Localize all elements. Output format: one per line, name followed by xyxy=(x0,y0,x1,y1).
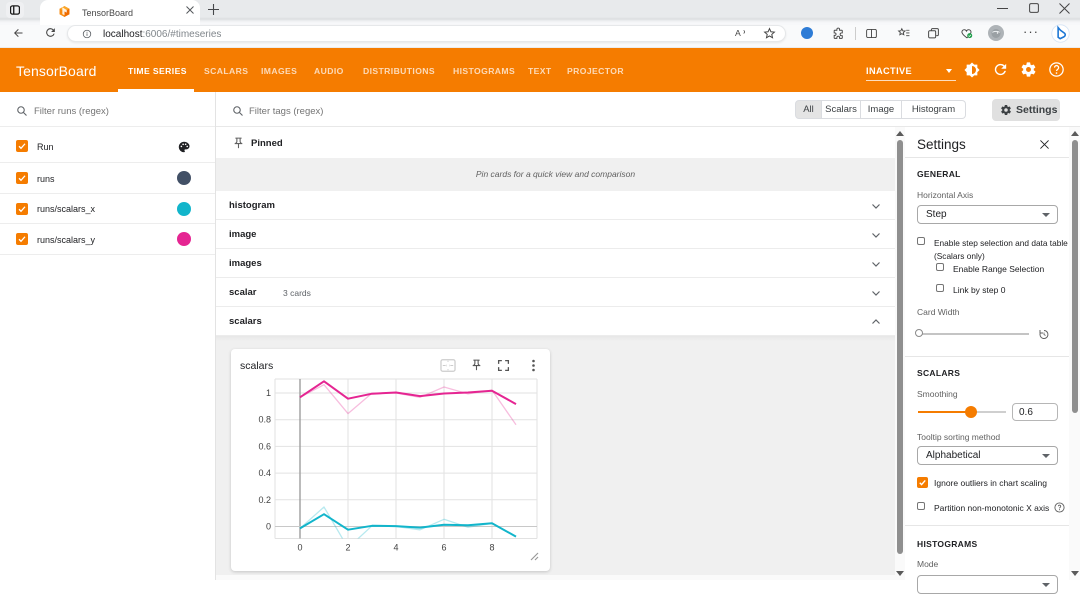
svg-text:0: 0 xyxy=(297,543,302,553)
svg-text:0.8: 0.8 xyxy=(258,415,271,425)
svg-text:0: 0 xyxy=(266,522,271,532)
svg-text:0.2: 0.2 xyxy=(258,495,271,505)
svg-text:1: 1 xyxy=(266,388,271,398)
svg-text:4: 4 xyxy=(393,543,398,553)
svg-text:0.4: 0.4 xyxy=(258,468,271,478)
svg-text:8: 8 xyxy=(489,543,494,553)
svg-text:6: 6 xyxy=(441,543,446,553)
svg-text:A: A xyxy=(735,28,741,38)
svg-text:2: 2 xyxy=(345,543,350,553)
svg-text:0.6: 0.6 xyxy=(258,441,271,451)
